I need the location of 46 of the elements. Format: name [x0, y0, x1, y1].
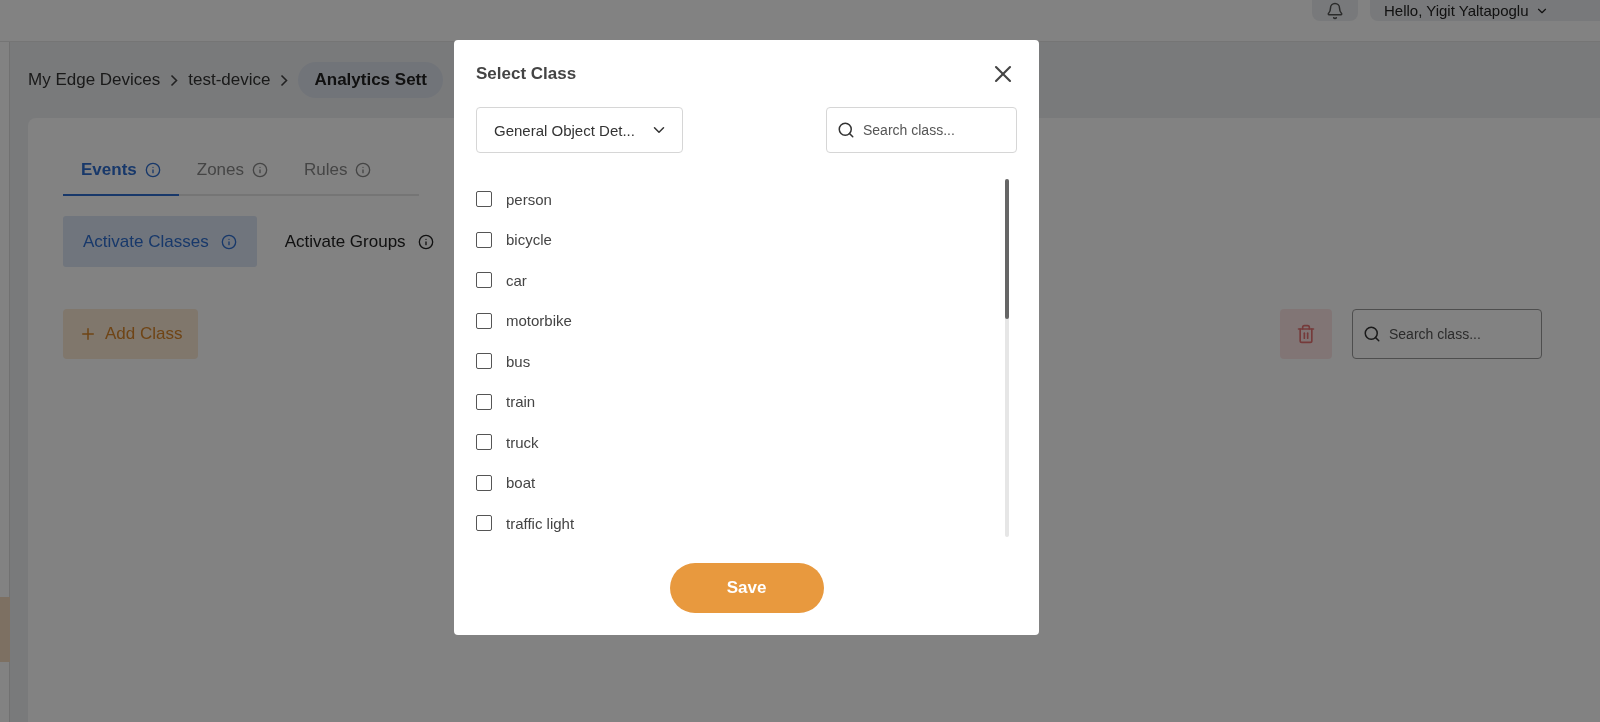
breadcrumb-link[interactable]: test-device — [188, 70, 271, 90]
info-icon — [355, 162, 372, 178]
user-menu[interactable]: Hello, Yigit Yaltapoglu — [1370, 0, 1600, 21]
search-field[interactable]: Search class... — [826, 107, 1017, 153]
class-label: person — [506, 190, 552, 208]
checkbox[interactable] — [476, 191, 492, 208]
class-label: bicycle — [506, 231, 552, 249]
checkbox[interactable] — [476, 515, 492, 532]
save-button[interactable]: Save — [669, 563, 824, 613]
info-icon — [220, 233, 237, 250]
class-label: bus — [506, 352, 531, 370]
checkbox[interactable] — [476, 312, 492, 329]
notification-button[interactable] — [1312, 0, 1358, 21]
chevron-right-icon — [170, 73, 179, 87]
checkbox[interactable] — [476, 272, 492, 289]
checkbox[interactable] — [476, 231, 492, 248]
class-label: truck — [506, 433, 539, 451]
breadcrumb-link[interactable]: Analytics Sett — [298, 62, 443, 98]
search-icon — [837, 121, 855, 139]
plus-icon — [79, 325, 97, 343]
checkbox[interactable] — [476, 353, 492, 370]
info-icon — [252, 162, 268, 178]
class-label: motorbike — [506, 312, 572, 330]
breadcrumb-link[interactable]: My Edge Devices — [28, 70, 161, 90]
trash-icon — [1296, 324, 1316, 344]
class-label: boat — [506, 474, 536, 492]
tab[interactable]: Events — [63, 160, 179, 196]
info-icon — [144, 162, 161, 178]
class-label: train — [506, 393, 536, 411]
checkbox[interactable] — [476, 474, 492, 491]
tab[interactable]: Rules — [286, 160, 390, 196]
model-dropdown[interactable]: General Object Det... — [476, 107, 683, 153]
class-label: traffic light — [506, 514, 575, 532]
search-icon — [1363, 325, 1381, 343]
tab[interactable]: Zones — [178, 160, 286, 196]
class-label: car — [506, 271, 527, 289]
search-field[interactable]: Search class... — [1352, 309, 1542, 359]
info-icon — [417, 233, 434, 250]
checkbox[interactable] — [476, 434, 492, 451]
sub-tab[interactable]: Activate Groups — [264, 216, 454, 267]
bell-icon — [1326, 1, 1344, 20]
sub-tab[interactable]: Activate Classes — [63, 216, 257, 267]
dialog-title: Select Class — [476, 64, 577, 84]
checkbox[interactable] — [476, 393, 492, 410]
sidebar-marker — [0, 597, 10, 662]
chevron-right-icon — [280, 73, 289, 87]
